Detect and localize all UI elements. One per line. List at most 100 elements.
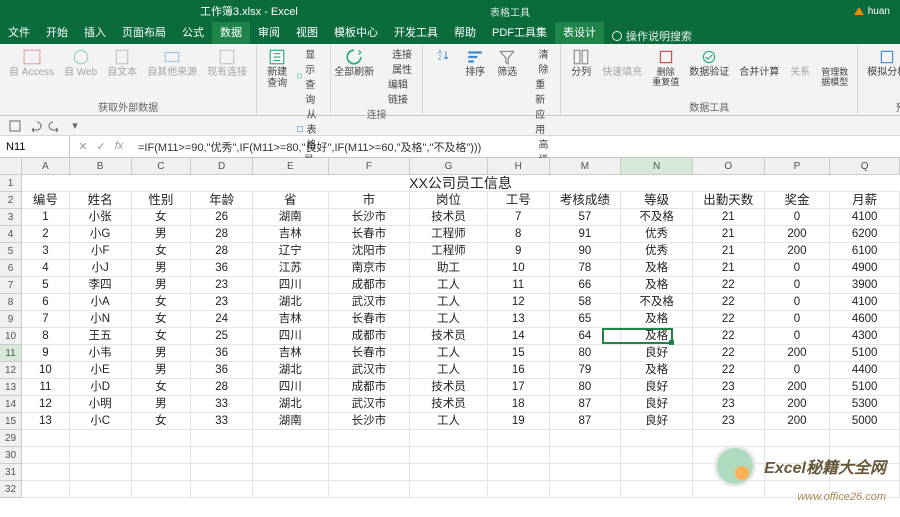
cell[interactable] xyxy=(329,464,411,481)
cell[interactable]: 湖南 xyxy=(253,413,329,430)
cell[interactable]: 小N xyxy=(70,311,132,328)
cell[interactable]: 编号 xyxy=(22,192,70,209)
cell[interactable]: 男 xyxy=(132,277,192,294)
cell[interactable]: 91 xyxy=(550,226,622,243)
cell[interactable] xyxy=(191,464,253,481)
cell[interactable]: 女 xyxy=(132,311,192,328)
cell[interactable]: 200 xyxy=(765,243,831,260)
cell[interactable]: 不及格 xyxy=(621,294,693,311)
cell[interactable]: 女 xyxy=(132,243,192,260)
cell[interactable]: 24 xyxy=(191,311,253,328)
cell[interactable]: 长春市 xyxy=(329,311,411,328)
cell[interactable]: 及格 xyxy=(621,362,693,379)
col-header-N[interactable]: N xyxy=(621,158,693,175)
cell[interactable] xyxy=(253,464,329,481)
sort-az-button[interactable]: AZ xyxy=(429,46,457,64)
cell[interactable]: 男 xyxy=(132,226,192,243)
consolidate-button[interactable]: 合并计算 xyxy=(736,46,782,80)
cell[interactable]: 工人 xyxy=(410,277,488,294)
cell[interactable]: 0 xyxy=(765,311,831,328)
cell[interactable]: 10 xyxy=(488,260,550,277)
cell[interactable]: 奖金 xyxy=(765,192,831,209)
cell[interactable]: 男 xyxy=(132,362,192,379)
row-header-31[interactable]: 31 xyxy=(0,464,22,481)
row-header-13[interactable]: 13 xyxy=(0,379,22,396)
cell[interactable]: 200 xyxy=(765,226,831,243)
row-header-2[interactable]: 2 xyxy=(0,192,22,209)
row-header-12[interactable]: 12 xyxy=(0,362,22,379)
cell[interactable]: 及格 xyxy=(621,311,693,328)
col-header-H[interactable]: H xyxy=(488,158,550,175)
cell[interactable]: 男 xyxy=(132,396,192,413)
cell[interactable]: 7 xyxy=(22,311,70,328)
cell[interactable] xyxy=(693,464,765,481)
cell[interactable] xyxy=(191,481,253,498)
cell[interactable]: 36 xyxy=(191,345,253,362)
filter-button[interactable]: 筛选 xyxy=(493,46,521,80)
cell[interactable] xyxy=(410,464,488,481)
cell[interactable]: 58 xyxy=(550,294,622,311)
cell[interactable]: 小D xyxy=(70,379,132,396)
cell[interactable]: 22 xyxy=(693,294,765,311)
cell[interactable]: 36 xyxy=(191,362,253,379)
cell[interactable] xyxy=(70,481,132,498)
cell[interactable] xyxy=(132,481,192,498)
name-box[interactable] xyxy=(0,136,70,157)
data-validation-button[interactable]: 数据验证 xyxy=(686,46,732,80)
cell[interactable]: 57 xyxy=(550,209,622,226)
cell[interactable] xyxy=(191,430,253,447)
cell[interactable]: 33 xyxy=(191,396,253,413)
cell[interactable] xyxy=(765,464,831,481)
cell[interactable] xyxy=(132,430,192,447)
cell[interactable]: 64 xyxy=(550,328,622,345)
cell[interactable]: 李四 xyxy=(70,277,132,294)
cell[interactable] xyxy=(70,430,132,447)
cell[interactable]: 小韦 xyxy=(70,345,132,362)
cell[interactable]: 良好 xyxy=(621,379,693,396)
cell[interactable]: 工程师 xyxy=(410,226,488,243)
cancel-formula-icon[interactable]: ✕ xyxy=(76,140,90,153)
col-header-O[interactable]: O xyxy=(693,158,765,175)
row-header-5[interactable]: 5 xyxy=(0,243,22,260)
col-header-Q[interactable]: Q xyxy=(830,158,900,175)
cell[interactable] xyxy=(253,481,329,498)
cell[interactable]: 79 xyxy=(550,362,622,379)
cells-area[interactable]: XX公司员工信息编号姓名性别年龄省市岗位工号考核成绩等级出勤天数奖金月薪1小张女… xyxy=(22,175,900,517)
cell[interactable]: 13 xyxy=(22,413,70,430)
cell[interactable]: 4300 xyxy=(830,328,900,345)
user-account[interactable]: huan xyxy=(854,6,890,17)
cell[interactable]: 15 xyxy=(488,345,550,362)
cell[interactable] xyxy=(693,481,765,498)
row-header-3[interactable]: 3 xyxy=(0,209,22,226)
cell[interactable]: 小J xyxy=(70,260,132,277)
cell[interactable]: 78 xyxy=(550,260,622,277)
cell[interactable]: 长春市 xyxy=(329,345,411,362)
cell[interactable]: 22 xyxy=(693,362,765,379)
cell[interactable]: 80 xyxy=(550,379,622,396)
row-header-4[interactable]: 4 xyxy=(0,226,22,243)
tab-pdf[interactable]: PDF工具集 xyxy=(484,21,555,44)
cell[interactable]: 26 xyxy=(191,209,253,226)
cell[interactable]: 及格 xyxy=(621,277,693,294)
cell[interactable]: 28 xyxy=(191,226,253,243)
cell[interactable] xyxy=(410,430,488,447)
cell[interactable]: 小G xyxy=(70,226,132,243)
cell[interactable]: 助工 xyxy=(410,260,488,277)
cell[interactable]: 长沙市 xyxy=(329,413,411,430)
tab-table-design[interactable]: 表设计 xyxy=(555,21,604,44)
qat-customize-icon[interactable]: ▾ xyxy=(68,119,82,133)
cell[interactable]: 18 xyxy=(488,396,550,413)
cell[interactable] xyxy=(253,430,329,447)
cell[interactable]: 22 xyxy=(693,328,765,345)
cell[interactable]: 21 xyxy=(693,260,765,277)
cell[interactable]: 良好 xyxy=(621,396,693,413)
cell[interactable]: 江苏 xyxy=(253,260,329,277)
cell[interactable]: 21 xyxy=(693,243,765,260)
cell[interactable] xyxy=(22,464,70,481)
cell[interactable]: 湖北 xyxy=(253,396,329,413)
cell[interactable]: 省 xyxy=(253,192,329,209)
cell[interactable]: 武汉市 xyxy=(329,362,411,379)
cell[interactable]: 28 xyxy=(191,379,253,396)
cell[interactable]: 6 xyxy=(22,294,70,311)
tab-home[interactable]: 开始 xyxy=(38,21,76,44)
